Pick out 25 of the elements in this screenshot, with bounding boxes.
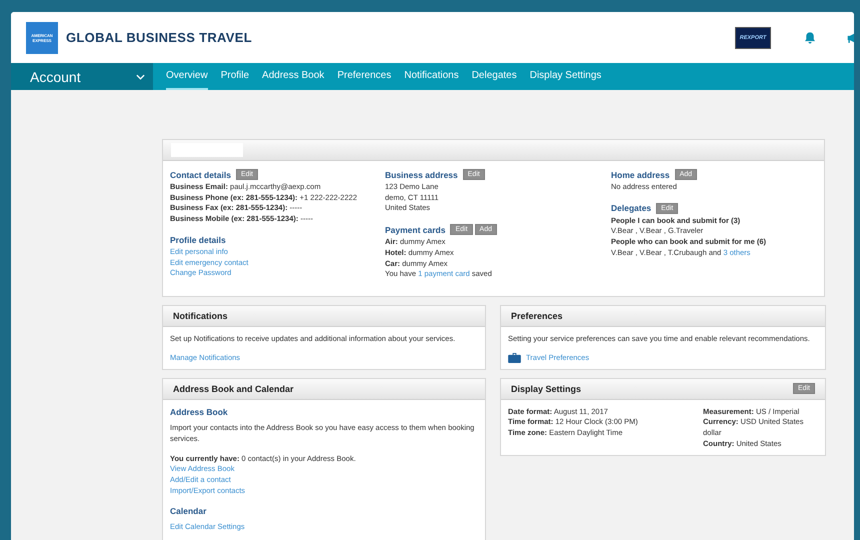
section-heading: Payment cards (385, 224, 446, 235)
nav-tab[interactable]: Preferences (337, 63, 392, 90)
redacted-name-box (171, 143, 243, 157)
nav-tab[interactable]: Display Settings (530, 63, 602, 90)
card-title: Address Book and Calendar (173, 384, 294, 394)
section-heading: Business address (385, 170, 458, 180)
suitcase-icon (508, 352, 521, 363)
card-title: Preferences (511, 310, 563, 321)
chevron-down-icon (136, 74, 145, 80)
section-heading: Address Book (170, 407, 229, 418)
nav-tab[interactable]: Profile (220, 63, 250, 90)
section-heading: Contact details (170, 170, 231, 180)
nav-tab[interactable]: Notifications (404, 63, 459, 90)
account-dropdown[interactable]: Account (11, 63, 153, 90)
brand-name: GLOBAL BUSINESS TRAVEL (66, 30, 252, 45)
card-title: Display Settings (511, 384, 582, 394)
bell-icon[interactable] (803, 30, 817, 44)
section-heading: Profile details (170, 234, 226, 245)
nav-tab[interactable]: Address Book (262, 63, 324, 90)
card-title: Notifications (173, 310, 228, 321)
section-heading: Home address (611, 170, 670, 180)
nav-tab[interactable]: Delegates (472, 63, 517, 90)
nav-tab[interactable]: Overview (166, 63, 208, 90)
section-heading: Calendar (170, 506, 208, 516)
section-heading: Delegates (611, 203, 652, 214)
